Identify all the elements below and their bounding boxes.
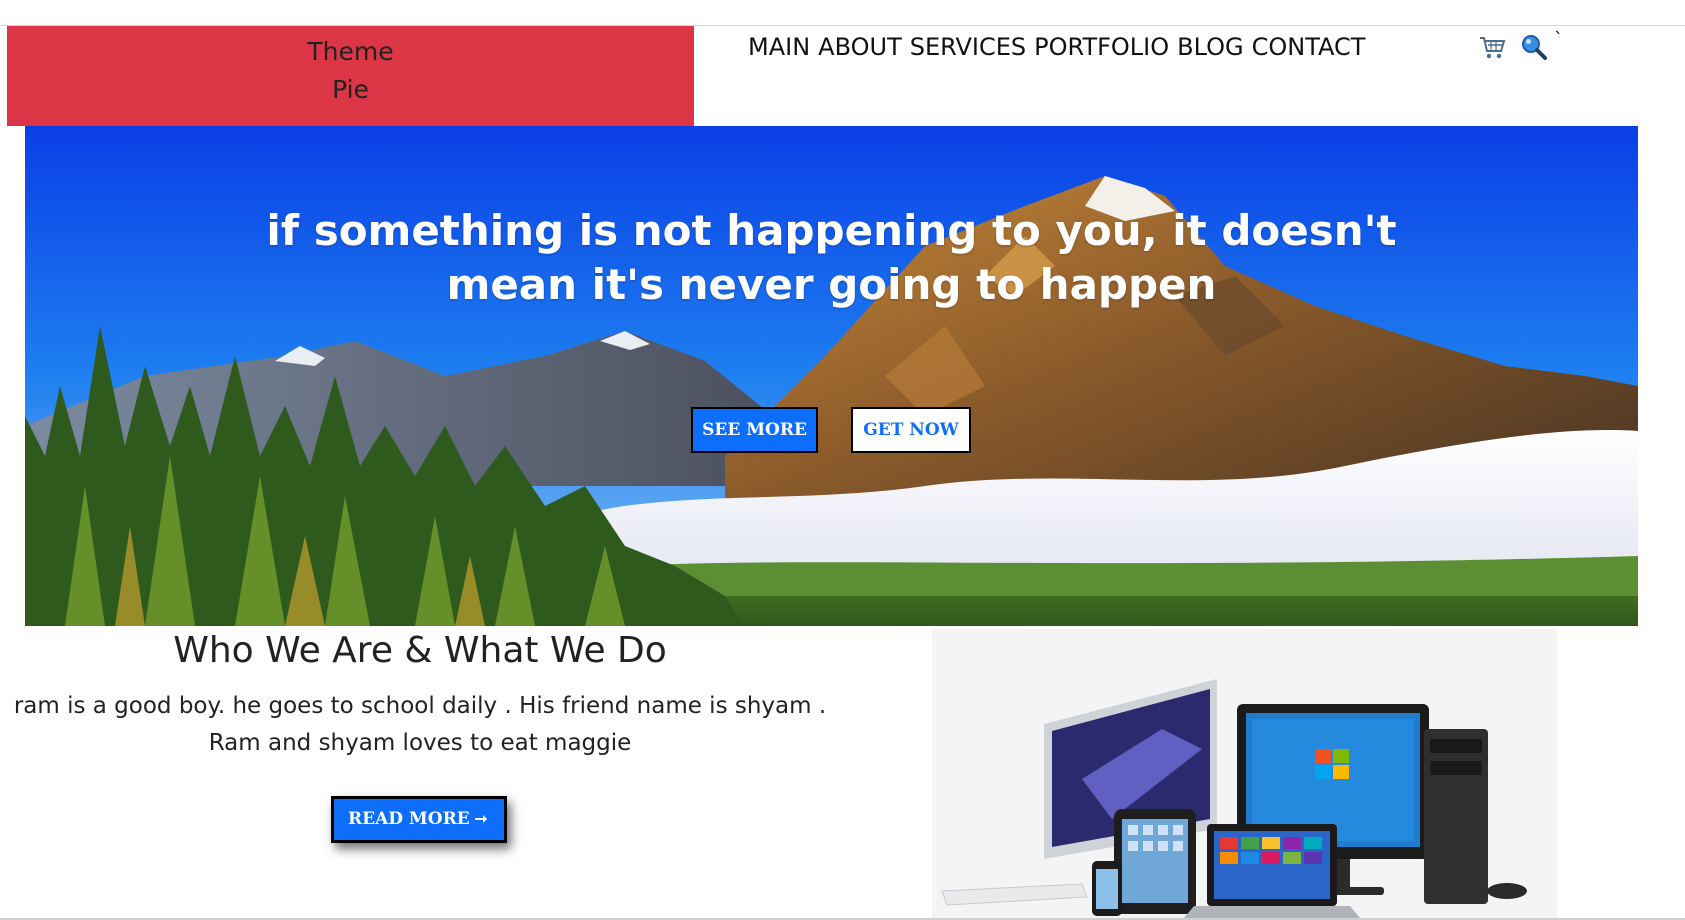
nav-item-services[interactable]: SERVICES	[910, 32, 1026, 62]
main-nav: MAIN ABOUT SERVICES PORTFOLIO BLOG CONTA…	[748, 32, 1365, 62]
search-icon[interactable]	[1520, 33, 1548, 61]
hero-background-image	[25, 126, 1638, 626]
about-text-line-1: ram is a good boy. he goes to school dai…	[13, 693, 827, 719]
brand-line-2: Pie	[332, 75, 369, 104]
brand-line-1: Theme	[307, 37, 394, 66]
shopping-cart-icon[interactable]	[1478, 33, 1506, 61]
hero-quote-line-2: mean it's never going to happen	[446, 260, 1217, 309]
nav-item-main[interactable]: MAIN	[748, 32, 810, 62]
read-more-button[interactable]: READ MORE	[331, 796, 507, 843]
nav-item-blog[interactable]: BLOG	[1177, 32, 1243, 62]
header-icons: `	[1478, 29, 1563, 61]
nav-item-about[interactable]: ABOUT	[818, 32, 902, 62]
arrow-right-icon	[472, 810, 490, 828]
brand-logo[interactable]: Theme Pie	[7, 26, 694, 126]
read-more-label: READ MORE	[348, 809, 470, 829]
about-text-line-2: Ram and shyam loves to eat maggie	[208, 730, 632, 756]
computer-devices-illustration	[941, 679, 1527, 918]
about-text: ram is a good boy. he goes to school dai…	[0, 688, 840, 762]
hero-quote: if something is not happening to you, it…	[25, 204, 1638, 312]
hero-quote-line-1: if something is not happening to you, it…	[266, 206, 1397, 255]
header-extra-char: `	[1554, 29, 1563, 50]
get-now-button[interactable]: GET NOW	[851, 407, 971, 453]
see-more-button[interactable]: SEE MORE	[691, 407, 818, 453]
hero-banner: if something is not happening to you, it…	[25, 126, 1638, 626]
nav-item-contact[interactable]: CONTACT	[1252, 32, 1366, 62]
devices-image	[932, 629, 1557, 919]
nav-item-portfolio[interactable]: PORTFOLIO	[1034, 32, 1169, 62]
about-title: Who We Are & What We Do	[173, 630, 667, 671]
